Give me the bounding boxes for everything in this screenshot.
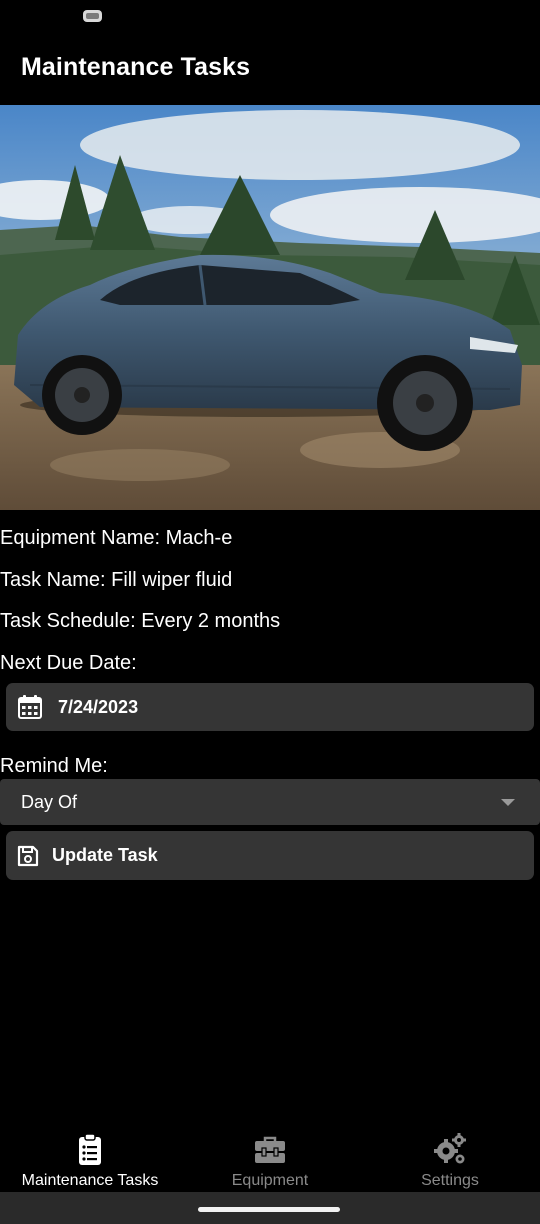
chevron-down-icon [501,799,515,806]
toolbox-icon [255,1136,285,1163]
calendar-icon [18,695,42,719]
car-photo [0,105,540,510]
home-indicator[interactable] [198,1207,340,1212]
task-schedule: Task Schedule: Every 2 months [0,610,281,632]
nav-label-maintenance-tasks: Maintenance Tasks [21,1172,159,1189]
nav-item-settings[interactable]: Settings [360,1128,540,1192]
equipment-photo [0,105,540,510]
nav-item-maintenance-tasks[interactable]: Maintenance Tasks [0,1128,180,1192]
clipboard-list-icon [79,1133,101,1165]
task-name: Task Name: Fill wiper fluid [0,569,233,591]
equipment-name: Equipment Name: Mach-e [0,527,233,549]
next-due-label: Next Due Date: [0,652,137,674]
system-navigation-bar [0,1192,540,1224]
nav-item-equipment[interactable]: Equipment [180,1128,360,1192]
update-task-button[interactable]: Update Task [6,831,534,880]
save-icon [17,845,39,866]
notification-icon [83,10,102,22]
nav-label-equipment: Equipment [231,1172,309,1189]
page-title: Maintenance Tasks [21,53,251,81]
status-bar [0,0,540,34]
next-due-date-value: 7/24/2023 [58,696,139,717]
gears-icon [434,1133,466,1164]
update-task-label: Update Task [52,845,158,865]
nav-label-settings: Settings [421,1172,479,1189]
remind-me-label: Remind Me: [0,755,108,777]
bottom-navigation: Maintenance Tasks Equipment Settings [0,1128,540,1192]
next-due-date-picker[interactable]: 7/24/2023 [6,683,534,731]
remind-me-value: Day Of [21,791,78,812]
remind-me-select[interactable]: Day Of [0,779,540,825]
